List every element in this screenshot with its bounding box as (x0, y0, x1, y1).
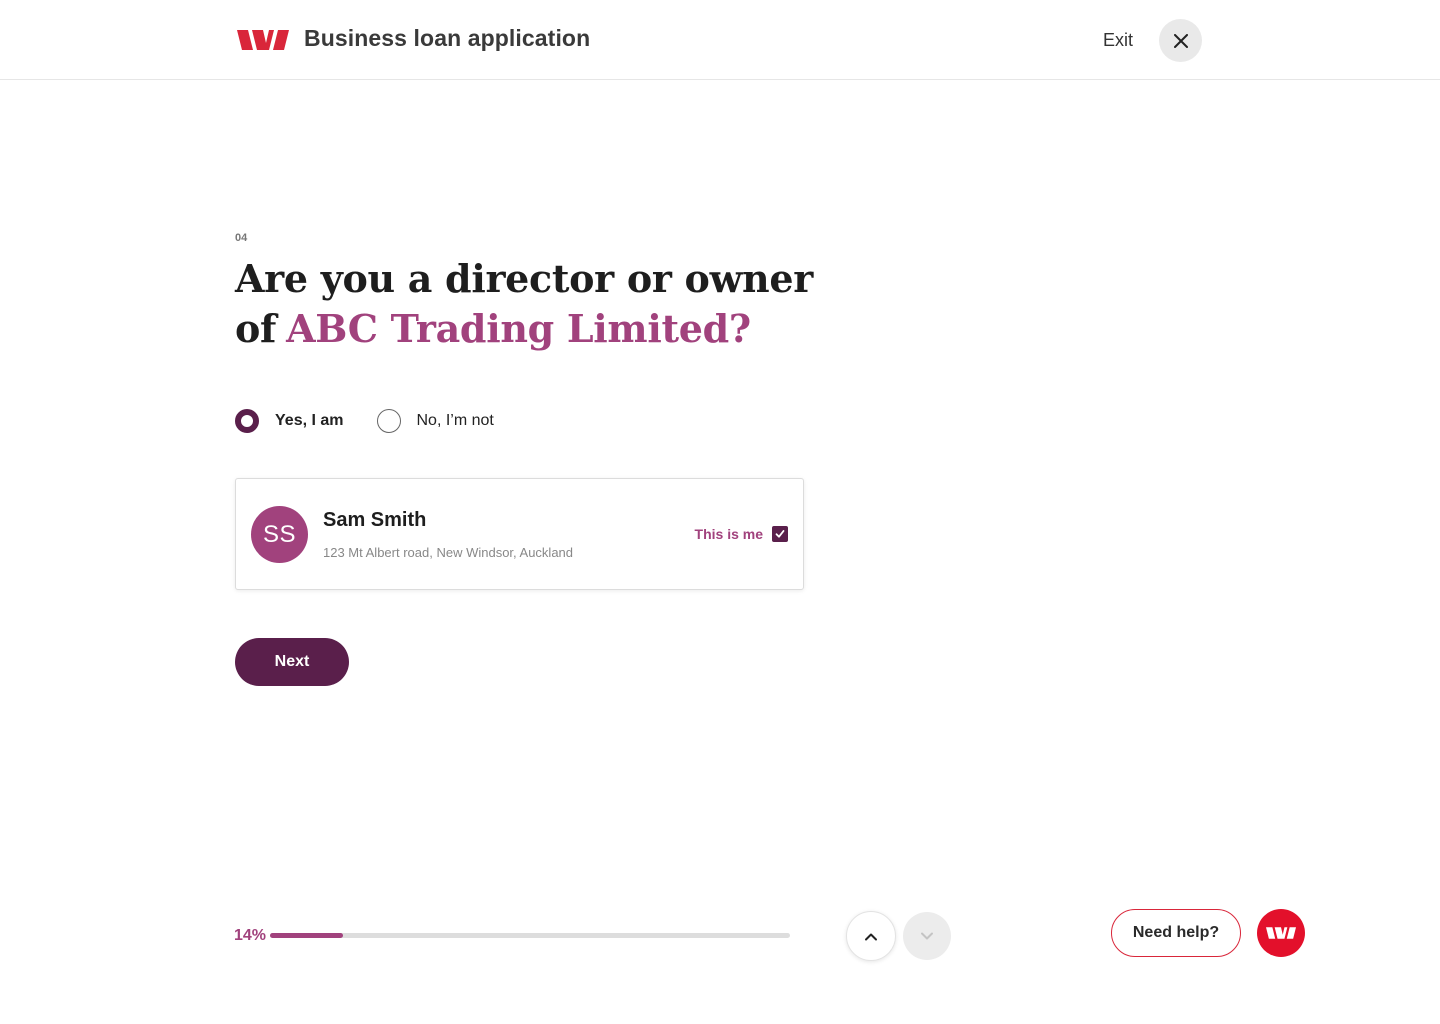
company-name: ABC Trading Limited? (286, 306, 751, 351)
this-is-me-checkbox[interactable] (772, 526, 788, 542)
progress-bar-fill (270, 933, 343, 938)
radio-yes-circle[interactable] (235, 409, 259, 433)
exit-link[interactable]: Exit (1103, 30, 1133, 51)
westpac-logo[interactable] (237, 30, 289, 50)
westpac-logo-icon (1266, 927, 1296, 939)
westpac-chat-button[interactable] (1257, 909, 1305, 957)
progress-percent: 14% (234, 927, 267, 944)
close-button[interactable] (1159, 19, 1202, 62)
close-icon (1173, 33, 1188, 48)
avatar: SS (251, 506, 308, 563)
chevron-down-icon (921, 932, 933, 939)
next-button[interactable]: Next (235, 638, 349, 686)
person-name: Sam Smith (323, 509, 427, 531)
radio-yes-label: Yes, I am (275, 412, 344, 429)
this-is-me-toggle[interactable]: This is me (695, 526, 788, 542)
progress-bar (270, 933, 790, 938)
radio-no[interactable]: No, I’m not (376, 409, 494, 433)
question-heading: Are you a director or owner of ABC Tradin… (235, 254, 835, 354)
next-question-button[interactable] (903, 912, 951, 960)
director-radio-group: Yes, I am No, I’m not (235, 409, 494, 433)
need-help-button[interactable]: Need help? (1111, 909, 1241, 957)
person-address: 123 Mt Albert road, New Windsor, Aucklan… (323, 545, 574, 560)
top-bar: Business loan application Exit (0, 0, 1440, 80)
this-is-me-label: This is me (694, 526, 763, 542)
checkmark-icon (775, 530, 785, 538)
radio-yes[interactable]: Yes, I am (235, 409, 344, 433)
person-card: SS Sam Smith 123 Mt Albert road, New Win… (235, 478, 804, 590)
step-number: 04 (235, 232, 248, 244)
chevron-up-icon (865, 933, 877, 940)
radio-no-circle[interactable] (376, 409, 401, 433)
app-title: Business loan application (304, 25, 591, 51)
previous-question-button[interactable] (846, 911, 896, 961)
radio-no-label: No, I’m not (416, 412, 494, 429)
